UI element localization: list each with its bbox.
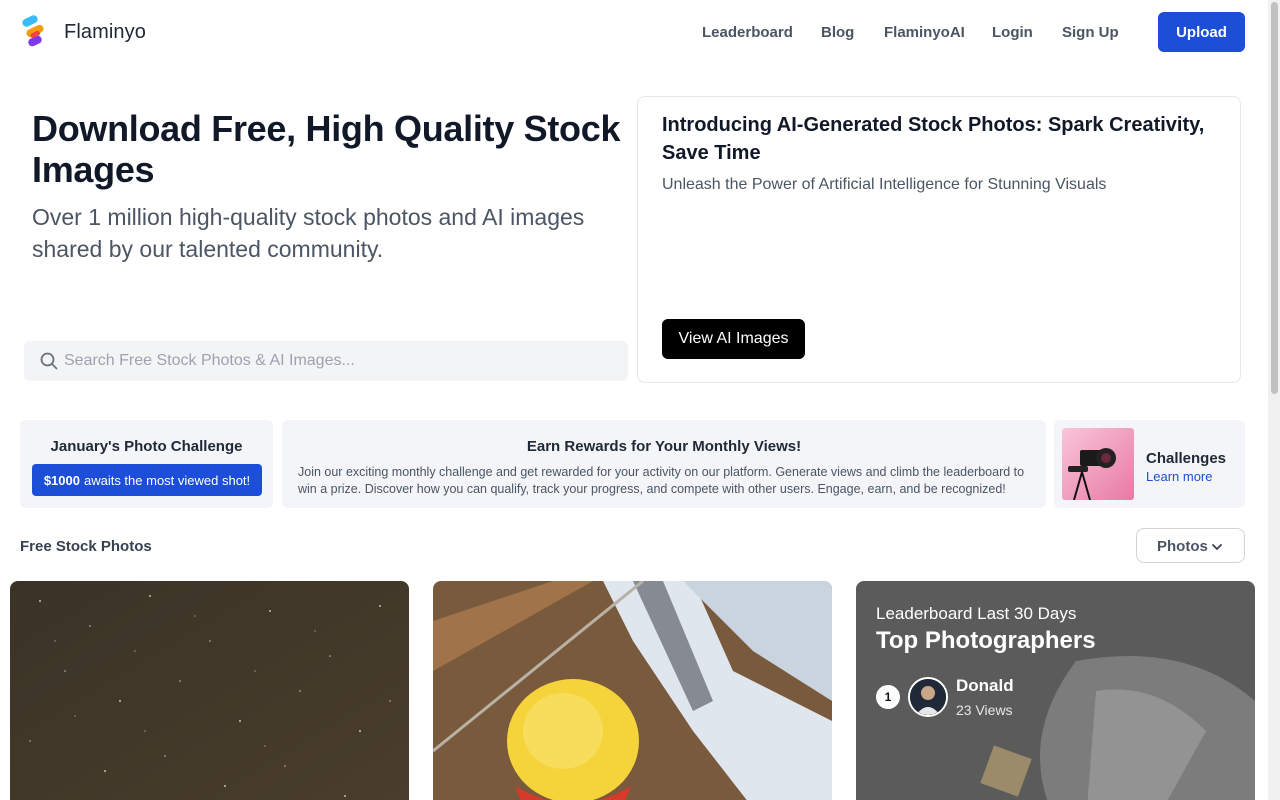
nav-sign-up[interactable]: Sign Up (1062, 24, 1119, 41)
nav-login[interactable]: Login (992, 24, 1033, 41)
ai-card-title: Introducing AI-Generated Stock Photos: S… (662, 114, 1205, 164)
challenge-prize-badge[interactable]: $1000 awaits the most viewed shot! (32, 464, 262, 496)
hero-subtitle: Over 1 million high-quality stock photos… (32, 204, 585, 262)
photo-challenge-panel[interactable]: January's Photo Challenge $1000 awaits th… (20, 420, 273, 508)
search-icon (40, 352, 58, 370)
upload-button[interactable]: Upload (1158, 12, 1245, 52)
section-title: Free Stock Photos (20, 538, 152, 555)
view-ai-images-button[interactable]: View AI Images (662, 319, 805, 359)
rewards-panel[interactable]: Earn Rewards for Your Monthly Views! Joi… (282, 420, 1046, 508)
photo-card-hot-air-balloon[interactable] (433, 581, 832, 800)
brand-name[interactable]: Flaminyo (64, 21, 146, 44)
rewards-description: Join our exciting monthly challenge and … (298, 465, 1025, 496)
page-scrollbar[interactable] (1268, 0, 1280, 800)
challenges-thumbnail (1062, 428, 1134, 500)
challenges-title: Challenges (1146, 450, 1227, 467)
nav-blog[interactable]: Blog (821, 24, 854, 41)
search-input[interactable] (64, 341, 604, 381)
learn-more-link[interactable]: Learn more (1146, 469, 1212, 484)
photo-type-dropdown[interactable]: Photos (1136, 528, 1245, 563)
photographer-name[interactable]: Donald (956, 676, 1014, 696)
prize-text: awaits the most viewed shot! (83, 472, 251, 488)
chevron-down-icon (1211, 540, 1223, 552)
avatar[interactable] (908, 677, 948, 717)
flaminyo-logo-icon[interactable] (20, 14, 50, 50)
site-header: Flaminyo Leaderboard Blog FlaminyoAI Log… (0, 0, 1268, 64)
leaderboard-subtitle: Leaderboard Last 30 Days (876, 604, 1077, 623)
nav-flaminyoai[interactable]: FlaminyoAI (884, 24, 965, 41)
nav-leaderboard[interactable]: Leaderboard (702, 24, 793, 41)
page-title: Download Free, High Quality Stock Images (32, 108, 621, 190)
rewards-title: Earn Rewards for Your Monthly Views! (526, 438, 802, 455)
challenges-card[interactable]: Challenges Learn more (1054, 420, 1245, 508)
prize-amount: $1000 (43, 472, 80, 488)
rank-badge: 1 (876, 685, 900, 709)
hot-air-balloon-image (433, 581, 832, 800)
leaderboard-card[interactable]: Leaderboard Last 30 Days Top Photographe… (856, 581, 1255, 800)
challenge-title: January's Photo Challenge (50, 438, 243, 455)
search-bar[interactable] (24, 341, 628, 381)
leaderboard-overlay: Leaderboard Last 30 Days Top Photographe… (856, 581, 1255, 800)
leaderboard-title: Top Photographers (876, 627, 1096, 654)
ai-card-subtitle: Unleash the Power of Artificial Intellig… (662, 176, 1107, 193)
dropdown-label: Photos (1157, 538, 1208, 555)
photo-card-starry-sky[interactable] (10, 581, 409, 800)
starry-sky-image (10, 581, 409, 800)
photographer-views: 23 Views (956, 702, 1013, 718)
ai-promo-card: Introducing AI-Generated Stock Photos: S… (637, 96, 1241, 383)
scrollbar-thumb[interactable] (1271, 2, 1278, 394)
